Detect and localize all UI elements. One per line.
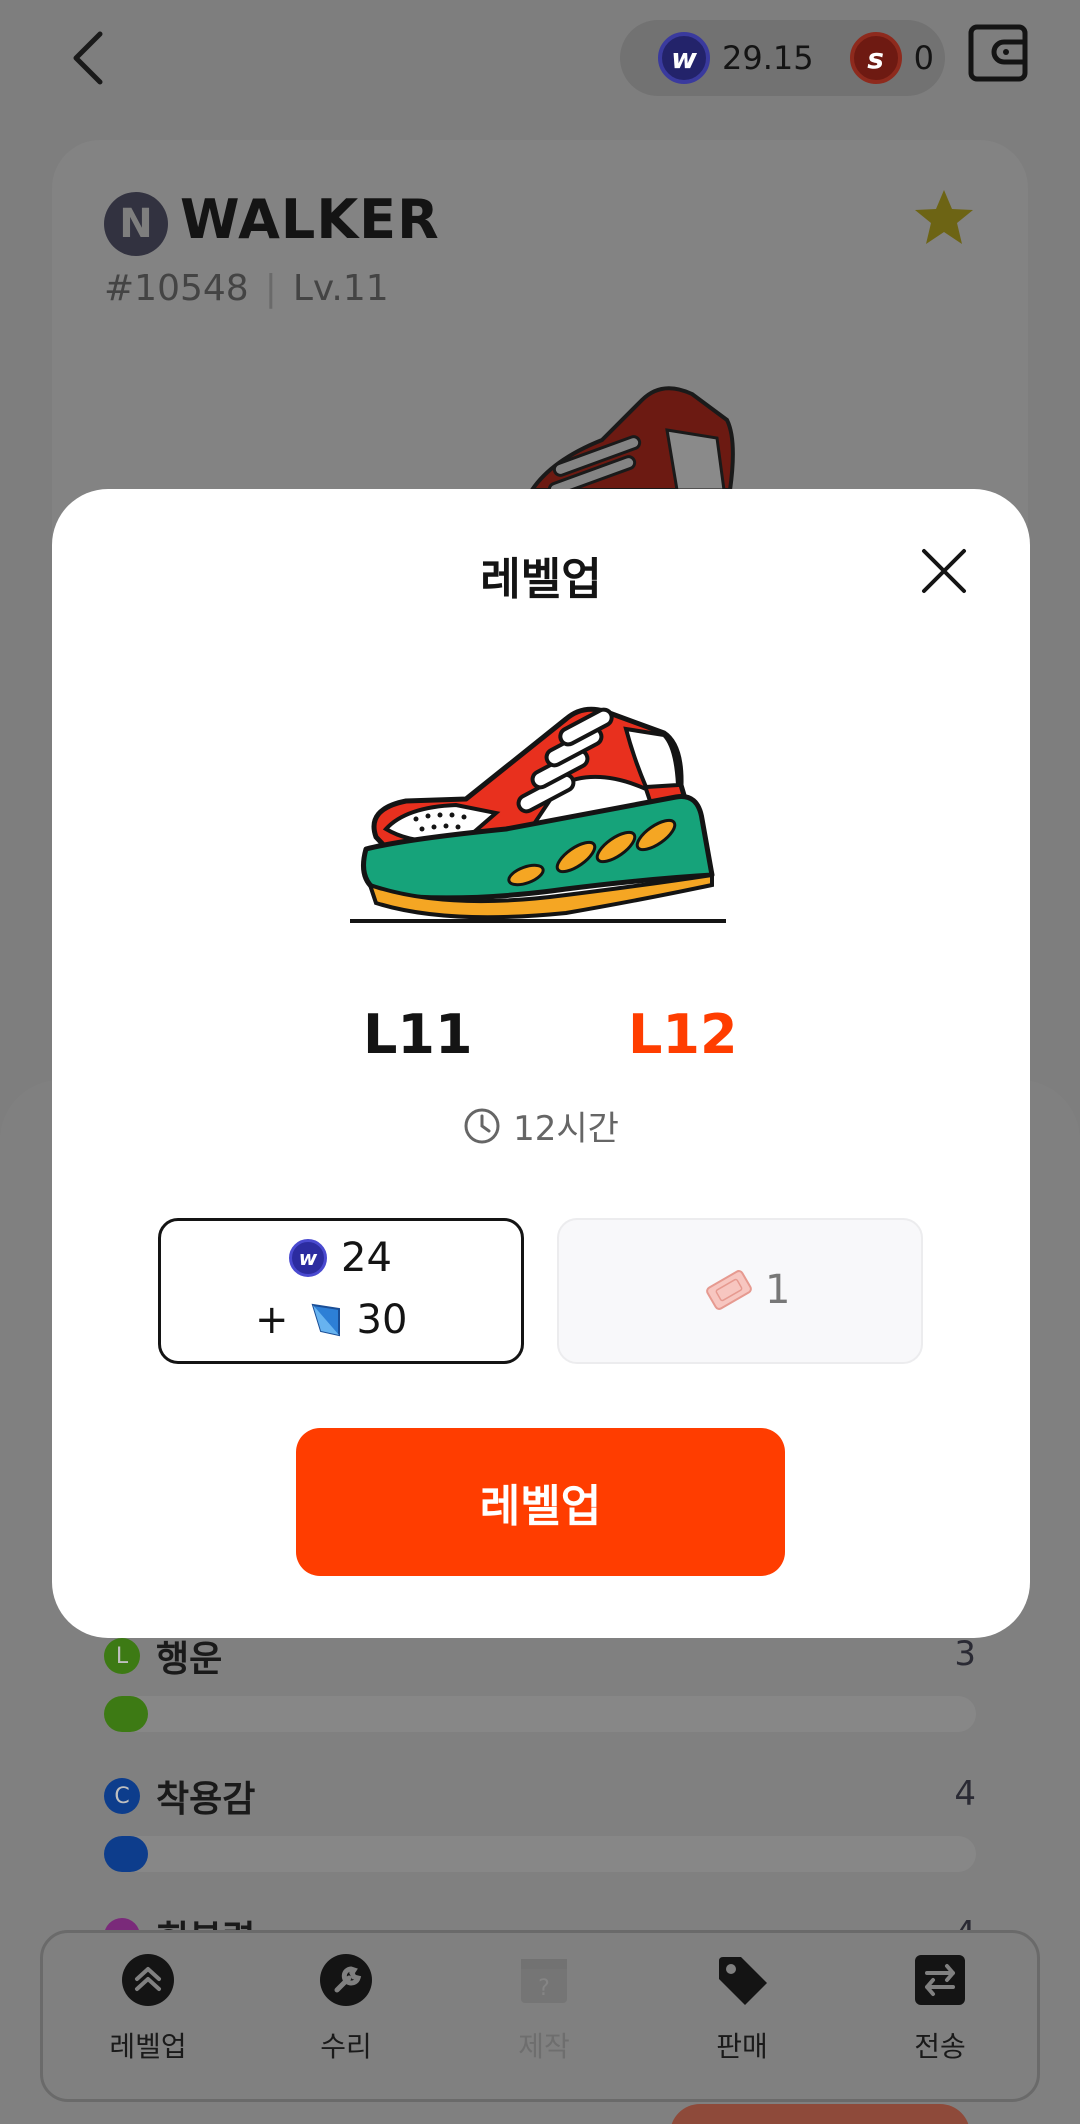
favorite-star-icon[interactable] <box>912 186 976 250</box>
tab-label: 판매 <box>716 2030 768 2063</box>
tab-repair[interactable]: 수리 <box>266 1953 426 2083</box>
mystery-box-icon: ? <box>521 1959 567 2003</box>
level-up-modal: 레벨업 L11 L12 12시간 w 24 + 30 1 레벨업 <box>52 489 1030 1638</box>
sneaker-level: Lv.11 <box>292 268 389 309</box>
payment-option-gst[interactable]: w 24 + 30 <box>158 1218 524 1364</box>
divider: | <box>264 268 277 309</box>
wrench-icon <box>320 1954 372 2006</box>
tab-label: 제작 <box>518 2030 570 2063</box>
stat-bar <box>104 1836 976 1872</box>
stat-badge: C <box>104 1778 140 1814</box>
back-arrow-icon[interactable] <box>60 28 116 88</box>
next-level: L12 <box>628 1003 738 1066</box>
tab-craft: ? 제작 <box>464 1953 624 2083</box>
ticket-icon <box>706 1270 752 1310</box>
duration-text: 12시간 <box>513 1109 619 1149</box>
bottom-peek-button <box>670 2104 970 2124</box>
s-balance: 0 <box>913 39 934 77</box>
close-icon[interactable] <box>920 547 968 595</box>
stat-bar-fill <box>104 1696 148 1732</box>
current-level: L11 <box>363 1003 473 1066</box>
w-cost: 24 <box>341 1235 392 1281</box>
clock-icon <box>464 1108 500 1143</box>
level-up-duration: 12시간 <box>52 1101 1030 1150</box>
w-cost-row: w 24 <box>289 1235 392 1281</box>
sneaker-image <box>350 706 726 923</box>
top-bar: w 29.15 s 0 <box>0 0 1080 120</box>
wallet-icon[interactable] <box>968 24 1028 82</box>
sneaker-type: WALKER <box>180 188 440 251</box>
ticket-cost: 1 <box>765 1267 791 1313</box>
tab-label: 레벨업 <box>109 2030 187 2063</box>
gem-cost: 30 <box>356 1297 408 1343</box>
action-tab-bar: 레벨업 수리 ? 제작 판매 전송 <box>40 1930 1040 2102</box>
stat-bar-fill <box>104 1836 148 1872</box>
background-sneaker-image <box>529 386 735 490</box>
level-up-icon <box>122 1954 174 2006</box>
tab-transfer[interactable]: 전송 <box>860 1953 1020 2083</box>
tab-level-up[interactable]: 레벨업 <box>68 1953 228 2083</box>
stat-badge: L <box>104 1638 140 1674</box>
stat-name: 착용감 <box>156 1779 256 1820</box>
tab-label: 전송 <box>914 2030 966 2063</box>
level-up-button[interactable]: 레벨업 <box>296 1428 785 1576</box>
stat-value: 3 <box>954 1634 976 1674</box>
svg-text:?: ? <box>538 1976 550 2001</box>
sneaker-id: #10548 <box>104 268 249 309</box>
stat-value: 4 <box>954 1774 976 1814</box>
w-coin-icon: w <box>289 1239 327 1277</box>
s-coin-icon: s <box>849 32 902 84</box>
stat-bar <box>104 1696 976 1732</box>
gem-icon <box>311 1303 340 1337</box>
tab-sell[interactable]: 판매 <box>662 1953 822 2083</box>
payment-option-ticket[interactable]: 1 <box>557 1218 923 1364</box>
sneaker-meta: #10548 | Lv.11 <box>104 268 389 309</box>
w-coin-icon: w <box>658 32 710 84</box>
plus-sign: + <box>255 1297 289 1343</box>
transfer-icon <box>915 1955 965 2005</box>
ticket-cost-row: 1 <box>705 1266 790 1314</box>
balance-pill[interactable]: w 29.15 s 0 <box>620 20 945 96</box>
w-balance: 29.15 <box>722 39 814 77</box>
tab-label: 수리 <box>320 2030 372 2063</box>
gem-cost-row: + 30 <box>255 1297 407 1343</box>
grade-badge: N <box>104 192 168 256</box>
modal-title: 레벨업 <box>480 554 602 605</box>
price-tag-icon <box>719 1957 767 2005</box>
